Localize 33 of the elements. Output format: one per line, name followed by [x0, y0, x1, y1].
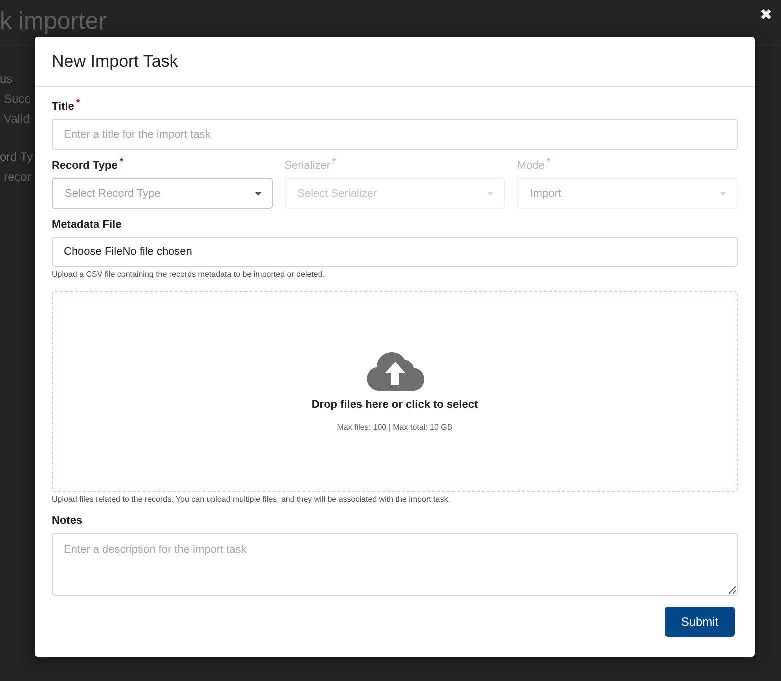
drop-zone[interactable]: Drop files here or click to select Max files: 100 | Max total: 10 GB	[52, 291, 738, 492]
drop-prompt: Drop files here or click to select	[312, 399, 478, 411]
section-item: recor	[3, 170, 32, 184]
title-input[interactable]: Enter a title for the import task	[52, 119, 738, 150]
choose-file-button[interactable]: Choose File	[64, 246, 123, 258]
close-button[interactable]: ✖	[758, 4, 775, 26]
section-item: Valid	[3, 112, 30, 126]
file-input[interactable]: Choose FileNo file chosen	[52, 237, 738, 267]
caret-icon	[254, 192, 262, 196]
field-label: Title	[52, 101, 74, 113]
help-text: Upload a CSV file containing the records metadata to be imported or deleted.	[52, 270, 326, 279]
field-label: Record Type	[52, 160, 118, 172]
field-label: Notes	[52, 515, 83, 527]
submit-button[interactable]: Submit	[665, 607, 735, 637]
required-asterisk: *	[120, 157, 124, 168]
help-text: Upload files related to the records. You can upload multiple files, and they will be associated with the import task.	[52, 495, 452, 504]
section-heading: ord Ty	[0, 150, 34, 164]
field-label: Metadata File	[52, 219, 122, 231]
required-asterisk: *	[332, 157, 336, 168]
required-asterisk: *	[76, 98, 80, 109]
file-status: No file chosen	[122, 246, 192, 258]
required-asterisk: *	[546, 157, 551, 168]
notes-textarea[interactable]: Enter a description for the import task	[52, 533, 738, 596]
caret-icon	[487, 192, 494, 196]
cloud-upload-icon	[366, 351, 424, 391]
modal-title: New Import Task	[52, 52, 178, 72]
section-heading: us	[0, 72, 13, 86]
caret-icon	[720, 192, 727, 196]
field-label: Mode	[517, 160, 545, 172]
page-title: k importer	[0, 8, 107, 35]
section-item: Succ	[3, 92, 31, 106]
upload-limits: Max files: 100 | Max total: 10 GB	[337, 423, 453, 432]
field-label: Serializer	[284, 160, 331, 172]
